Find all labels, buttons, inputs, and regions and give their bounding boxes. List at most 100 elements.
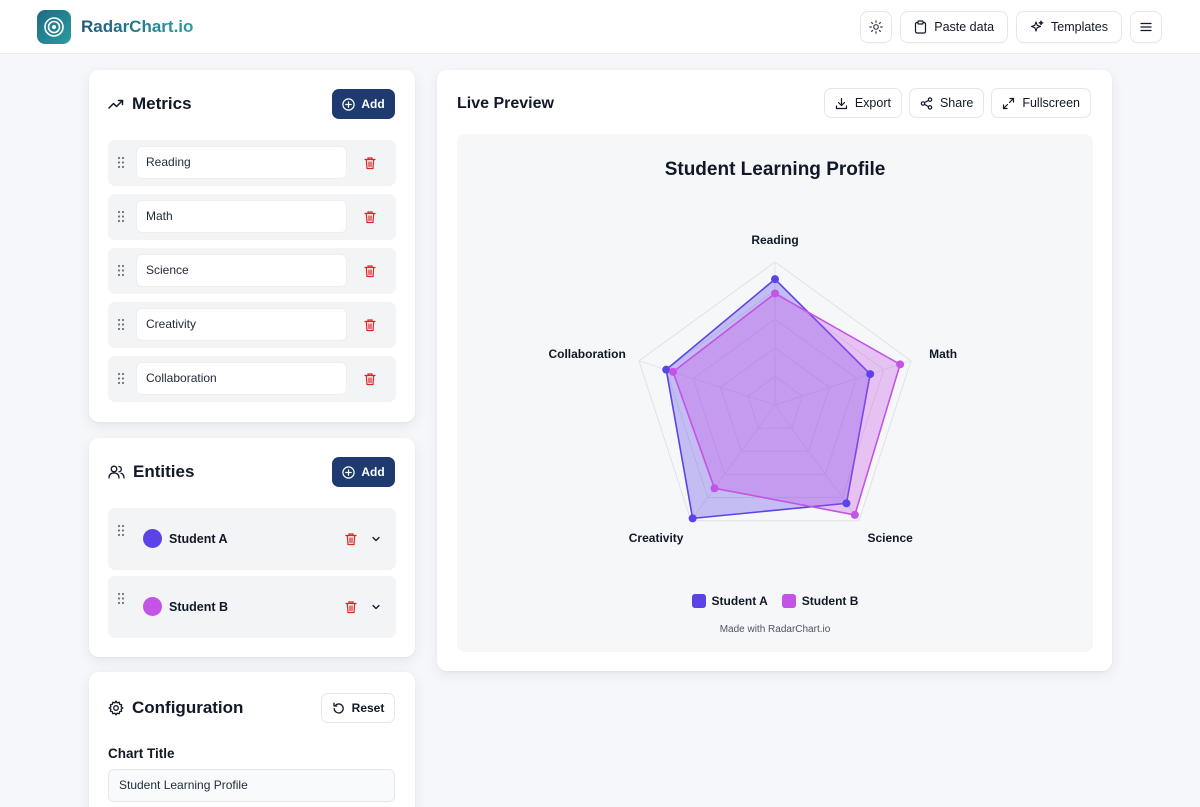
axis-label: Collaboration xyxy=(548,347,626,361)
reset-icon xyxy=(333,702,344,714)
logo[interactable] xyxy=(37,10,71,44)
paste-data-label: Paste data xyxy=(934,20,995,34)
entity-name: Student B xyxy=(169,600,229,614)
chevron-down-icon[interactable] xyxy=(370,533,382,545)
metric-row: Creativity xyxy=(108,302,396,348)
hamburger-menu-icon xyxy=(1140,22,1152,32)
users-icon xyxy=(108,465,125,479)
add-entity-button[interactable]: Add xyxy=(332,457,395,487)
chart-area: Student Learning Profile Reading Math Scie… xyxy=(457,134,1093,652)
trash-icon[interactable] xyxy=(363,264,377,278)
data-point xyxy=(866,370,875,379)
configuration-title: Configuration xyxy=(132,698,244,717)
legend-label: Student B xyxy=(801,594,859,608)
data-point xyxy=(850,510,859,519)
legend-item[interactable]: Student A xyxy=(691,594,768,608)
sparkles-icon xyxy=(1030,20,1044,32)
trending-up-icon xyxy=(108,99,124,109)
share-icon xyxy=(920,96,933,110)
add-metric-label: Add xyxy=(361,97,385,111)
metric-name-input[interactable]: Creativity xyxy=(136,308,347,341)
legend-label: Student A xyxy=(711,594,768,608)
add-metric-button[interactable]: Add xyxy=(332,89,395,119)
chart-legend: Student A Student B xyxy=(457,594,1093,608)
metric-name-input[interactable]: Reading xyxy=(136,146,347,179)
legend-item[interactable]: Student B xyxy=(781,594,859,608)
drag-handle-icon[interactable] xyxy=(117,264,125,277)
chevron-down-icon[interactable] xyxy=(370,601,382,613)
data-point xyxy=(668,367,677,376)
download-icon xyxy=(835,97,847,109)
entity-row[interactable]: Student B xyxy=(108,576,396,638)
fullscreen-button[interactable]: Fullscreen xyxy=(991,88,1091,118)
trash-icon[interactable] xyxy=(344,600,358,614)
metric-row: Reading xyxy=(108,140,396,186)
add-entity-label: Add xyxy=(361,465,385,479)
reset-button[interactable]: Reset xyxy=(321,693,395,723)
radar-chart xyxy=(638,261,912,523)
live-preview-title: Live Preview xyxy=(457,95,554,112)
drag-handle-icon[interactable] xyxy=(117,318,125,331)
metrics-header: Metrics xyxy=(108,94,192,114)
paste-data-button[interactable]: Paste data xyxy=(900,11,1009,43)
metric-row: Math xyxy=(108,194,396,240)
export-label: Export xyxy=(854,96,891,110)
entities-title: Entities xyxy=(133,462,195,481)
made-with-text: Made with RadarChart.io xyxy=(719,624,831,635)
data-point xyxy=(688,514,697,523)
metric-row: Collaboration xyxy=(108,356,396,402)
radar-logo-icon xyxy=(44,17,64,37)
metrics-card: Metrics Add Reading Math Science Creativity… xyxy=(89,70,415,422)
templates-button[interactable]: Templates xyxy=(1016,11,1122,43)
fullscreen-label: Fullscreen xyxy=(1022,96,1080,110)
axis-label: Science xyxy=(867,531,913,546)
drag-handle-icon[interactable] xyxy=(117,372,125,385)
drag-handle-icon[interactable] xyxy=(117,592,125,605)
entity-row[interactable]: Student A xyxy=(108,508,396,570)
expand-icon xyxy=(1003,97,1015,109)
share-button[interactable]: Share xyxy=(908,88,985,118)
entities-header: Entities xyxy=(108,462,194,482)
metrics-title: Metrics xyxy=(132,94,192,113)
axis-label: Creativity xyxy=(628,531,684,546)
metric-name-input[interactable]: Math xyxy=(136,200,347,233)
data-point xyxy=(771,275,779,284)
trash-icon[interactable] xyxy=(363,210,377,224)
templates-label: Templates xyxy=(1051,20,1108,34)
axis-label: Math xyxy=(929,347,958,361)
metric-name-input[interactable]: Science xyxy=(136,254,347,287)
configuration-header: Configuration xyxy=(108,698,243,718)
menu-button[interactable] xyxy=(1130,11,1162,43)
configuration-card: Configuration Reset Chart Title Student … xyxy=(89,672,415,807)
entity-color-swatch[interactable] xyxy=(143,597,162,616)
sun-icon xyxy=(869,20,884,34)
data-point xyxy=(662,365,671,374)
gear-icon xyxy=(108,700,124,716)
brand-name: RadarChart.io xyxy=(81,17,194,36)
trash-icon[interactable] xyxy=(344,532,358,546)
theme-toggle-button[interactable] xyxy=(860,11,893,43)
export-button[interactable]: Export xyxy=(823,88,902,118)
trash-icon[interactable] xyxy=(363,372,377,386)
drag-handle-icon[interactable] xyxy=(117,524,125,537)
plus-circle-icon xyxy=(342,465,356,479)
entity-color-swatch[interactable] xyxy=(143,529,162,548)
chart-title-input[interactable]: Student Learning Profile xyxy=(108,769,395,802)
share-label: Share xyxy=(939,96,974,110)
reset-label: Reset xyxy=(351,701,385,715)
legend-swatch xyxy=(691,594,706,608)
trash-icon[interactable] xyxy=(363,318,377,332)
data-point xyxy=(710,484,719,493)
live-preview-card: Live Preview Export Share Fullscreen Stu… xyxy=(437,70,1112,671)
data-point xyxy=(842,499,851,508)
trash-icon[interactable] xyxy=(363,156,377,170)
entity-name: Student A xyxy=(169,532,228,546)
legend-swatch xyxy=(781,594,796,608)
chart-title-label: Chart Title xyxy=(108,746,175,761)
drag-handle-icon[interactable] xyxy=(117,210,125,223)
drag-handle-icon[interactable] xyxy=(117,156,125,169)
data-point xyxy=(771,289,779,298)
metric-name-input[interactable]: Collaboration xyxy=(136,362,347,395)
clipboard-icon xyxy=(915,20,927,34)
metric-row: Science xyxy=(108,248,396,294)
